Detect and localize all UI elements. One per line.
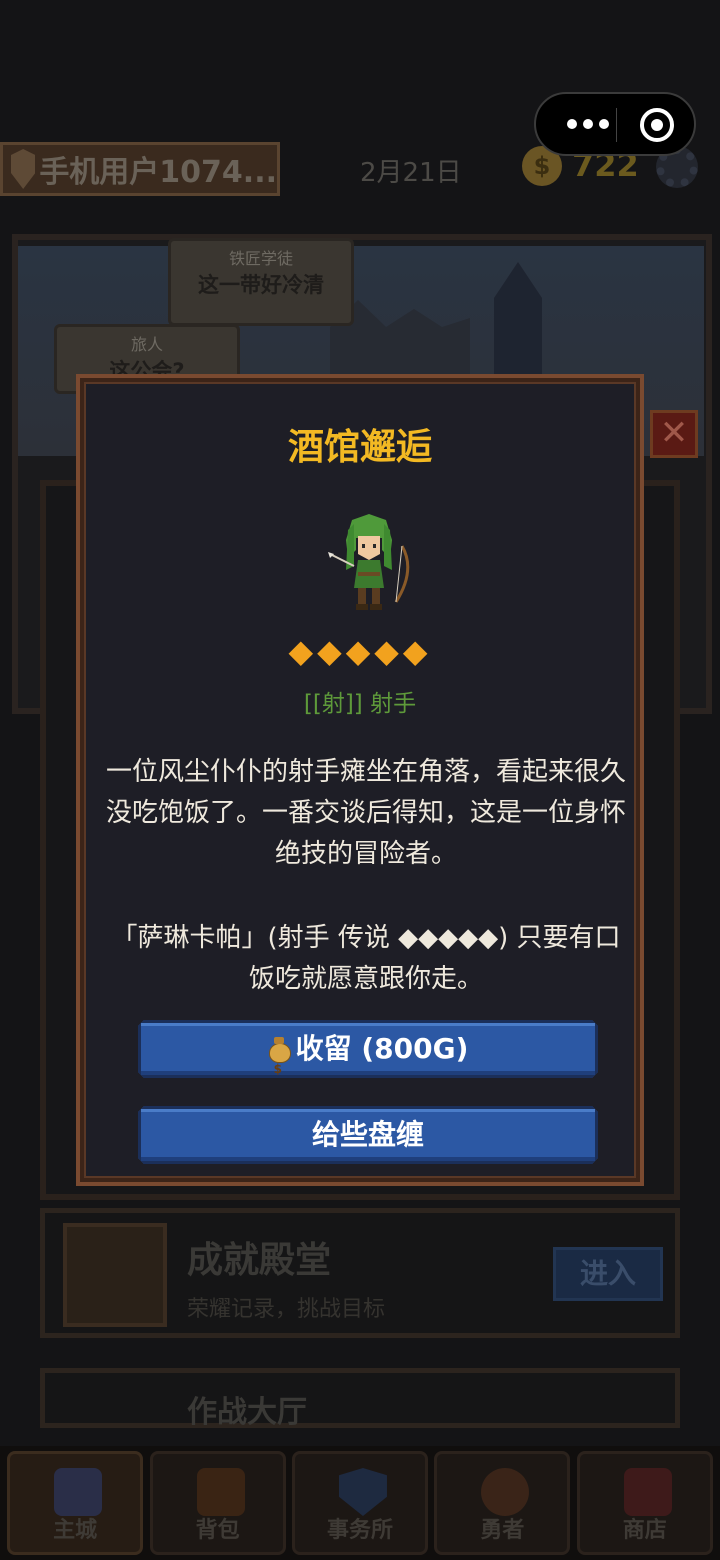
throne-icon	[63, 1223, 167, 1327]
bag-icon	[196, 1468, 245, 1516]
adopt-button-label: 收留 (800G)	[295, 1032, 469, 1065]
nav-item-backpack[interactable]: 背包	[149, 1451, 286, 1555]
rarity-rating: ◆◆◆◆◆	[288, 632, 432, 670]
tavern-encounter-dialog: 酒馆邂逅 ◆◆◆◆◆ [[射]] 射手 一位风尘仆仆的射手瘫坐在角落，看起来很久…	[76, 374, 644, 1186]
shop-icon	[623, 1468, 672, 1516]
card-title: 成就殿堂	[187, 1240, 332, 1281]
shield-icon	[338, 1468, 387, 1516]
close-icon[interactable]: ✕	[650, 410, 698, 458]
hero-icon	[481, 1468, 530, 1516]
nav-label: 背包	[195, 1518, 240, 1543]
nav-label: 事务所	[326, 1518, 393, 1543]
game-date: 2月21日	[360, 158, 462, 188]
hero-class-tag: [[射]] 射手	[303, 691, 417, 717]
dialog-title: 酒馆邂逅	[287, 427, 432, 468]
bottom-nav: 主城 背包 事务所 勇者 商店	[0, 1446, 720, 1560]
user-plate[interactable]: 手机用户1074...	[0, 142, 280, 196]
nav-label: 勇者	[480, 1518, 525, 1543]
enter-button[interactable]: 进入	[553, 1247, 663, 1301]
npc-name: 旅人	[130, 335, 163, 354]
npc-name: 铁匠学徒	[228, 249, 293, 268]
war-hall-card[interactable]: 作战大厅	[40, 1368, 680, 1430]
castle-icon	[54, 1468, 103, 1516]
nav-label: 商店	[622, 1518, 667, 1543]
rank-shield-icon	[11, 149, 36, 189]
nav-item-main-city[interactable]: 主城	[7, 1451, 144, 1555]
money-bag-icon	[268, 1037, 290, 1061]
nav-item-shop[interactable]: 商店	[576, 1451, 713, 1555]
encounter-description: 一位风尘仆仆的射手瘫坐在角落，看起来很久没吃饱饭了。一番交谈后得知，这是一位身怀…	[106, 757, 627, 869]
tip-button-label: 给些盘缠	[311, 1118, 424, 1151]
hero-offer-text: 「萨琳卡帕」(射手 传说 ◆◆◆◆◆) 只要有口饭吃就愿意跟你走。	[111, 923, 621, 994]
exit-miniprogram-icon[interactable]	[640, 108, 674, 142]
username: 手机用户1074...	[39, 155, 277, 190]
card-title: 作战大厅	[187, 1395, 307, 1430]
nav-item-heroes[interactable]: 勇者	[434, 1451, 571, 1555]
miniprogram-capsule	[534, 92, 696, 156]
capsule-divider	[616, 108, 617, 142]
card-subtitle: 荣耀记录，挑战目标	[187, 1297, 386, 1322]
npc-line: 这一带好冷清	[198, 273, 324, 297]
achievement-hall-card[interactable]: 成就殿堂 荣耀记录，挑战目标 进入	[40, 1208, 680, 1338]
nav-item-office[interactable]: 事务所	[291, 1451, 428, 1555]
nav-label: 主城	[53, 1518, 98, 1543]
adopt-hero-button[interactable]: 收留 (800G)	[138, 1020, 598, 1078]
npc-speech-bubble: 铁匠学徒 这一带好冷清	[168, 238, 354, 326]
more-icon[interactable]	[558, 112, 618, 136]
archer-portrait-icon	[328, 514, 410, 610]
dialog-body: 酒馆邂逅 ◆◆◆◆◆ [[射]] 射手 一位风尘仆仆的射手瘫坐在角落，看起来很久…	[80, 378, 640, 1182]
give-travel-money-button[interactable]: 给些盘缠	[138, 1106, 598, 1164]
